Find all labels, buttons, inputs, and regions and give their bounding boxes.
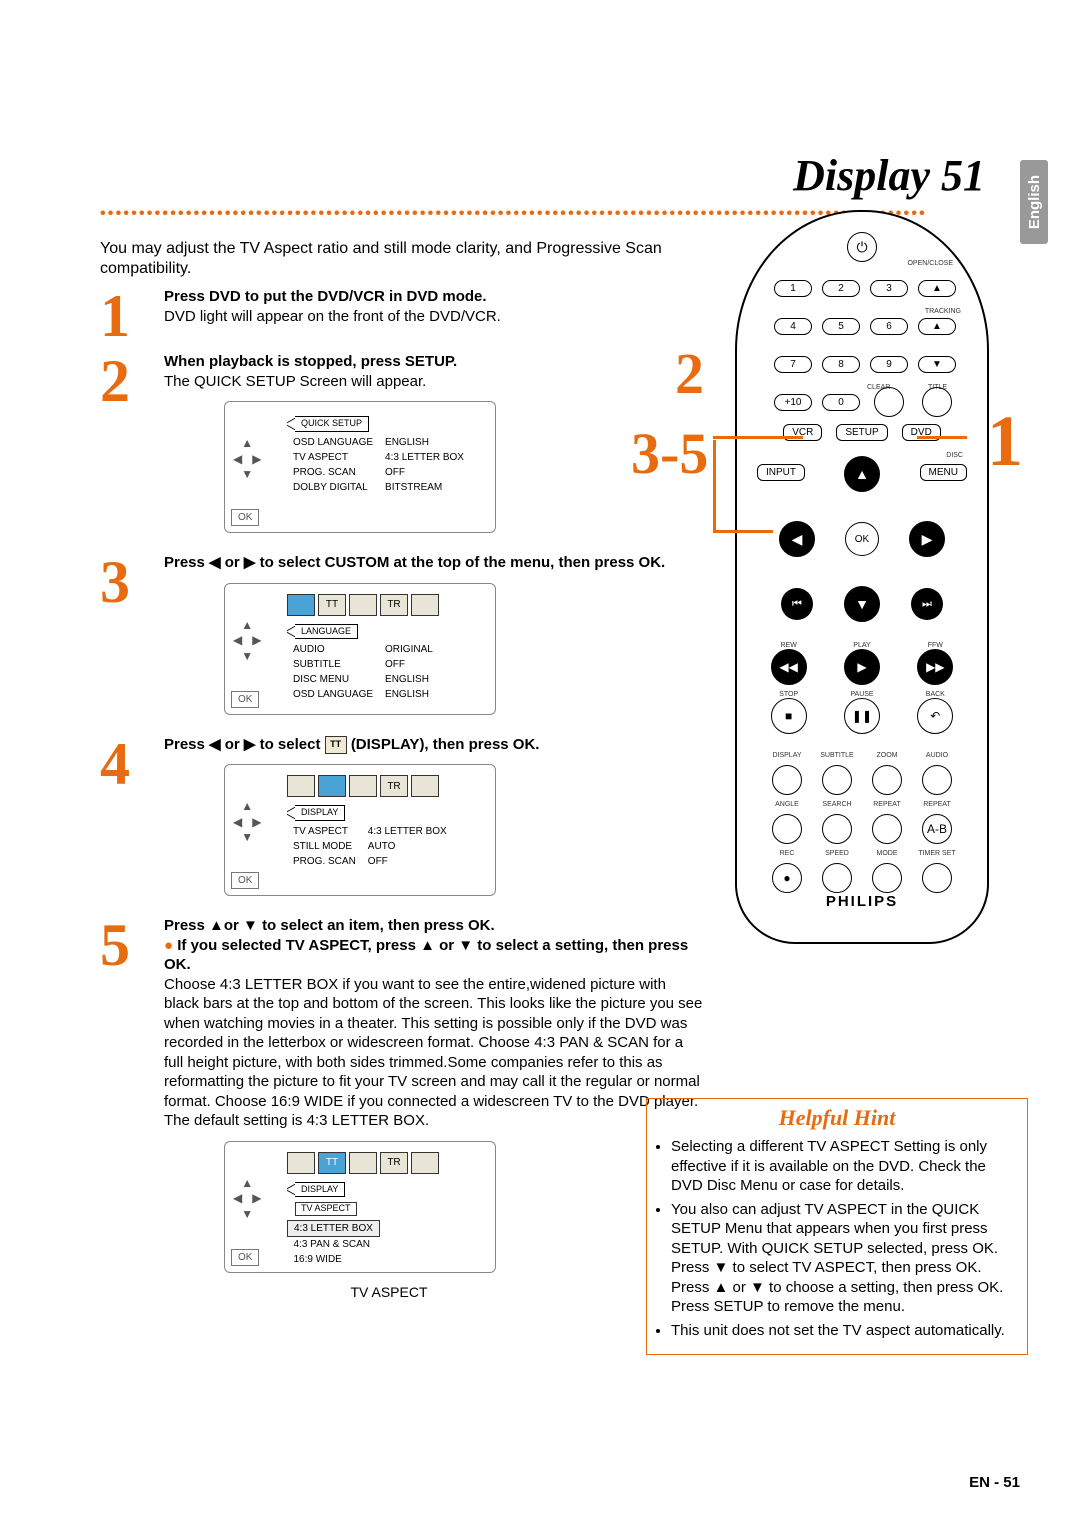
remote-btn-0[interactable]: 0	[822, 394, 860, 411]
remote-btn-2[interactable]: 2	[822, 280, 860, 297]
remote-down-arrow[interactable]: ▼	[842, 584, 882, 624]
remote-control: ⏻ OPEN/CLOSE 1 2 3 ▲ 4 5 6 ▲ 7 8 9 ▼ +10…	[735, 210, 989, 944]
osd-tab	[287, 594, 315, 616]
callout-2: 2	[675, 340, 704, 407]
remote-btn-ab[interactable]: A-B	[922, 814, 952, 844]
osd-ok-label: OK	[231, 509, 259, 526]
remote-btn-clear[interactable]	[874, 387, 904, 417]
page-title: Display 51	[100, 150, 985, 201]
remote-btn-play[interactable]: ▶	[844, 649, 880, 685]
remote-btn-rec[interactable]: ●	[772, 863, 802, 893]
osd-tv-aspect: ▲◀ ▶▼ OK TT TR DISPLAY TV ASPECT 4:3 LET…	[224, 1141, 496, 1273]
remote-btn-6[interactable]: 6	[870, 318, 908, 335]
remote-right-arrow[interactable]: ▶	[907, 519, 947, 559]
remote-btn-3[interactable]: 3	[870, 280, 908, 297]
step-number: 1	[100, 291, 150, 342]
step-5-default: The default setting is 4:3 LETTER BOX.	[164, 1112, 429, 1129]
remote-btn-audio[interactable]	[922, 765, 952, 795]
osd-nav-icon: ▲◀ ▶▼	[233, 436, 261, 483]
remote-dpad: INPUT MENU DISC ▲ ◀ ▶ ▼ OK ⏮ ⏭	[777, 454, 947, 624]
osd-display: ▲◀ ▶▼ OK TR DISPLAY TV ASPECT4:3 LETTER …	[224, 764, 496, 896]
power-icon[interactable]: ⏻	[847, 232, 877, 262]
remote-btn-timer[interactable]	[922, 863, 952, 893]
step-number: 2	[100, 356, 150, 407]
remote-skip-fwd-icon[interactable]: ⏭	[911, 588, 943, 620]
osd-quick-setup: ▲◀ ▶▼ OK QUICK SETUP OSD LANGUAGEENGLISH…	[224, 401, 496, 533]
remote-btn-search[interactable]	[822, 814, 852, 844]
remote-skip-back-icon[interactable]: ⏮	[781, 588, 813, 620]
remote-btn-4[interactable]: 4	[774, 318, 812, 335]
callout-3-5: 3-5	[631, 420, 708, 487]
remote-btn-menu[interactable]: MENU	[920, 464, 967, 481]
remote-up-arrow[interactable]: ▲	[842, 454, 882, 494]
helpful-hint-box: Helpful Hint Selecting a different TV AS…	[646, 1098, 1028, 1355]
intro-text: You may adjust the TV Aspect ratio and s…	[100, 239, 720, 279]
remote-btn-ffw[interactable]: ▶▶	[917, 649, 953, 685]
remote-btn-plus10[interactable]: +10	[774, 394, 812, 411]
step-5-body: Choose 4:3 LETTER BOX if you want to see…	[164, 976, 702, 1110]
remote-btn-subtitle[interactable]	[822, 765, 852, 795]
remote-btn-eject[interactable]: ▲	[918, 280, 956, 297]
page-footer: EN - 51	[969, 1474, 1020, 1491]
step-2-head: When playback is stopped, press SETUP.	[164, 353, 457, 370]
remote-btn-display[interactable]	[772, 765, 802, 795]
remote-btn-back[interactable]: ↶	[917, 698, 953, 734]
remote-btn-speed[interactable]	[822, 863, 852, 893]
remote-btn-track-up[interactable]: ▲	[918, 318, 956, 335]
remote-btn-pause[interactable]: ❚❚	[844, 698, 880, 734]
remote-btn-9[interactable]: 9	[870, 356, 908, 373]
hint-item: Selecting a different TV ASPECT Setting …	[671, 1137, 1017, 1196]
remote-btn-repeat[interactable]	[872, 814, 902, 844]
callout-1: 1	[987, 400, 1023, 483]
remote-btn-zoom[interactable]	[872, 765, 902, 795]
step-2-body: The QUICK SETUP Screen will appear.	[164, 373, 426, 390]
hint-title: Helpful Hint	[657, 1105, 1017, 1131]
remote-btn-mode[interactable]	[872, 863, 902, 893]
step-4-head: Press ◀ or ▶ to select TT (DISPLAY), the…	[164, 736, 539, 753]
remote-btn-stop[interactable]: ■	[771, 698, 807, 734]
osd-crumb: QUICK SETUP	[295, 416, 369, 432]
remote-btn-8[interactable]: 8	[822, 356, 860, 373]
remote-btn-angle[interactable]	[772, 814, 802, 844]
remote-btn-title[interactable]	[922, 387, 952, 417]
remote-btn-1[interactable]: 1	[774, 280, 812, 297]
hint-item: This unit does not set the TV aspect aut…	[671, 1321, 1017, 1341]
remote-btn-input[interactable]: INPUT	[757, 464, 805, 481]
step-1-head: Press DVD to put the DVD/VCR in DVD mode…	[164, 288, 487, 305]
step-number: 4	[100, 739, 150, 790]
remote-btn-rew[interactable]: ◀◀	[771, 649, 807, 685]
remote-btn-setup[interactable]: SETUP	[836, 424, 887, 441]
step-5-head: Press ▲or ▼ to select an item, then pres…	[164, 917, 495, 934]
osd-quick-table: OSD LANGUAGEENGLISH TV ASPECT4:3 LETTER …	[287, 435, 470, 495]
osd-caption: TV ASPECT	[224, 1283, 554, 1301]
step-number: 5	[100, 920, 150, 971]
step-3-head: Press ◀ or ▶ to select CUSTOM at the top…	[164, 554, 665, 571]
remote-btn-7[interactable]: 7	[774, 356, 812, 373]
language-tab: English	[1020, 160, 1048, 244]
remote-btn-track-down[interactable]: ▼	[918, 356, 956, 373]
step-1-body: DVD light will appear on the front of th…	[164, 308, 501, 325]
osd-language: ▲◀ ▶▼ OK TT TR LANGUAGE AUDIOORIGINAL SU…	[224, 583, 496, 715]
remote-btn-5[interactable]: 5	[822, 318, 860, 335]
brand-label: PHILIPS	[737, 893, 987, 910]
remote-left-arrow[interactable]: ◀	[777, 519, 817, 559]
hint-item: You also can adjust TV ASPECT in the QUI…	[671, 1200, 1017, 1317]
remote-btn-ok[interactable]: OK	[845, 522, 879, 556]
step-number: 3	[100, 557, 150, 608]
